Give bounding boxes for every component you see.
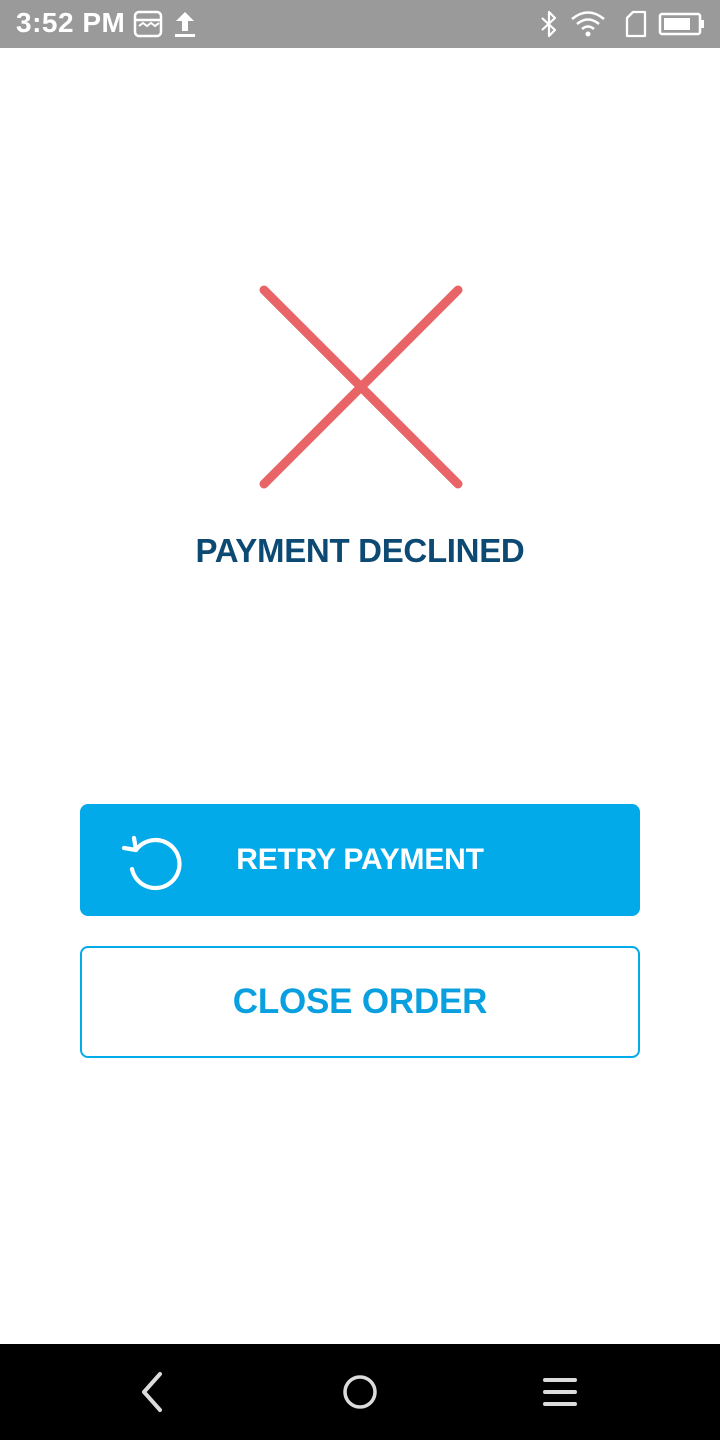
retry-payment-label: RETRY PAYMENT: [236, 843, 484, 876]
close-order-label: CLOSE ORDER: [232, 982, 488, 1021]
status-bar: 3:52 PM: [0, 0, 720, 48]
retry-icon: [121, 835, 182, 891]
status-time: 3:52 PM: [16, 7, 126, 38]
sim-card-icon: [625, 10, 647, 38]
close-order-button[interactable]: CLOSE ORDER: [80, 946, 640, 1058]
battery-icon: [658, 12, 704, 36]
bluetooth-icon: [541, 10, 557, 38]
menu-icon[interactable]: [536, 1368, 584, 1416]
retry-payment-button[interactable]: RETRY PAYMENT: [80, 804, 640, 916]
declined-x-icon: [259, 285, 463, 489]
back-icon[interactable]: [128, 1368, 176, 1416]
navigation-bar: [0, 1344, 720, 1440]
upload-icon: [175, 12, 195, 37]
home-icon[interactable]: [336, 1368, 384, 1416]
wifi-icon: [571, 11, 605, 37]
store-icon: [133, 10, 163, 38]
payment-status-title: PAYMENT DECLINED: [195, 532, 525, 569]
payment-result-screen: PAYMENT DECLINED RETRY PAYMENT CLOSE ORD…: [0, 48, 720, 1344]
